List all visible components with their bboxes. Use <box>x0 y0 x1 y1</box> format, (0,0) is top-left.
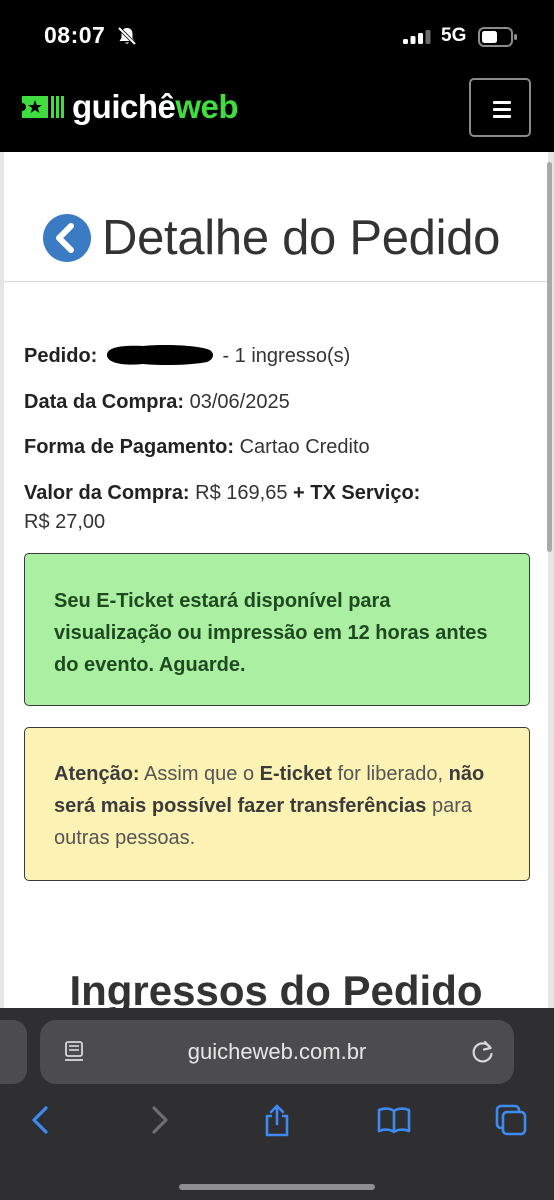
network-type: 5G <box>441 25 467 46</box>
back-icon[interactable] <box>22 1102 58 1138</box>
warning-text-part1: Assim que o <box>144 763 255 785</box>
payment-method-label: Forma de Pagamento: <box>24 436 235 458</box>
payment-method-row: Forma de Pagamento: Cartao Credito <box>24 433 524 462</box>
share-icon[interactable] <box>259 1102 295 1138</box>
scrollbar-thumb[interactable] <box>547 162 552 552</box>
status-time: 08:07 <box>44 22 106 48</box>
order-number-label: Pedido: <box>24 345 98 367</box>
transfer-warning-text: Atenção: Assim que o E-ticket for libera… <box>54 758 500 854</box>
purchase-date-value: 03/06/2025 <box>189 391 290 413</box>
order-detail-card: Detalhe do Pedido Pedido: - 1 ingresso(s… <box>4 152 548 1008</box>
service-fee-label: TX Serviço: <box>310 482 421 504</box>
bell-muted-icon <box>117 26 137 46</box>
hamburger-menu-button[interactable] <box>469 78 531 137</box>
ticket-icon <box>22 96 64 118</box>
menu-icon-line <box>493 115 511 118</box>
previous-tab-stub[interactable] <box>0 1020 27 1084</box>
purchase-value-amount: R$ 169,65 <box>195 482 288 504</box>
order-tickets-heading: Ingressos do Pedido <box>69 967 483 1008</box>
redacted-order-number <box>106 344 213 365</box>
eticket-availability-alert: Seu E-Ticket estará disponível para visu… <box>24 553 530 706</box>
title-divider <box>4 281 548 282</box>
site-header: guichêweb <box>0 72 554 152</box>
back-arrow-icon[interactable] <box>42 213 92 263</box>
purchase-value-row: Valor da Compra: R$ 169,65 + TX Serviço:… <box>24 479 524 537</box>
logo-wordmark: guichêweb <box>72 88 239 126</box>
reload-icon[interactable] <box>470 1039 496 1065</box>
menu-icon-line <box>493 108 511 111</box>
transfer-warning-alert: Atenção: Assim que o E-ticket for libera… <box>24 727 530 881</box>
cellular-signal-icon <box>403 30 431 44</box>
service-fee-value: R$ 27,00 <box>24 511 106 533</box>
purchase-date-label: Data da Compra: <box>24 391 185 413</box>
page-title: Detalhe do Pedido <box>102 211 501 265</box>
warning-label: Atenção: <box>54 763 140 785</box>
url-text: guicheweb.com.br <box>187 1039 367 1064</box>
purchase-value-label: Valor da Compra: <box>24 482 190 504</box>
warning-eticket: E-ticket <box>259 763 332 785</box>
logo-text-guiche: guichê <box>72 88 176 125</box>
tabs-icon[interactable] <box>493 1102 529 1138</box>
order-number-row: Pedido: - 1 ingresso(s) <box>24 342 524 371</box>
eticket-availability-text: Seu E-Ticket estará disponível para visu… <box>54 590 488 676</box>
warning-text-part2: for liberado, <box>337 763 444 785</box>
logo-text-web: web <box>175 88 239 125</box>
browser-toolbar: guicheweb.com.br <box>0 1008 554 1200</box>
purchase-date-row: Data da Compra: 03/06/2025 <box>24 388 524 417</box>
battery-icon <box>478 27 517 47</box>
page-viewport[interactable]: Detalhe do Pedido Pedido: - 1 ingresso(s… <box>0 152 554 1008</box>
guicheweb-logo[interactable]: guichêweb <box>22 82 239 132</box>
address-bar[interactable]: guicheweb.com.br <box>40 1020 514 1084</box>
order-ticket-count: - 1 ingresso(s) <box>222 345 351 367</box>
home-indicator <box>179 1184 375 1190</box>
payment-method-value: Cartao Credito <box>239 436 370 458</box>
plus-sign: + <box>293 482 305 504</box>
forward-icon[interactable] <box>142 1102 178 1138</box>
bookmarks-icon[interactable] <box>376 1102 412 1138</box>
status-bar: 08:07 5G <box>0 0 554 72</box>
menu-icon-line <box>493 101 511 104</box>
title-row: Detalhe do Pedido <box>4 210 548 266</box>
